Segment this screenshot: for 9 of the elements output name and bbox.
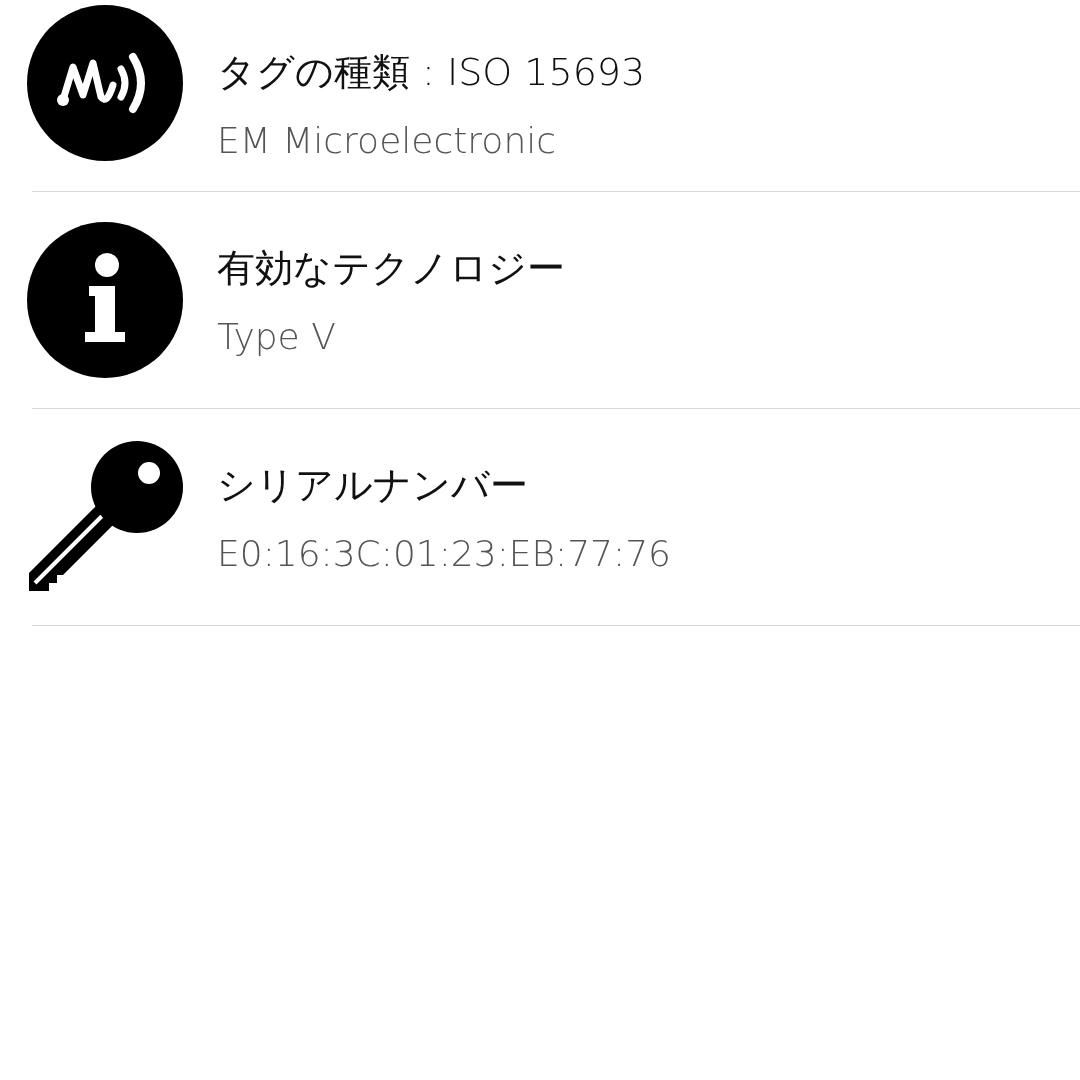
row-title: シリアルナンバー (217, 462, 529, 509)
row-title: 有効なテクノロジー (217, 245, 565, 292)
row-title: タグの種類 : ISO 15693 (217, 49, 646, 96)
nfc-icon (27, 5, 183, 161)
row-value: E0:16:3C:01:23:EB:77:76 (217, 533, 671, 574)
info-icon (27, 222, 183, 378)
key-icon (27, 441, 183, 593)
row-value: Type V (217, 316, 337, 357)
row-value: EM Microelectronic (217, 120, 557, 161)
